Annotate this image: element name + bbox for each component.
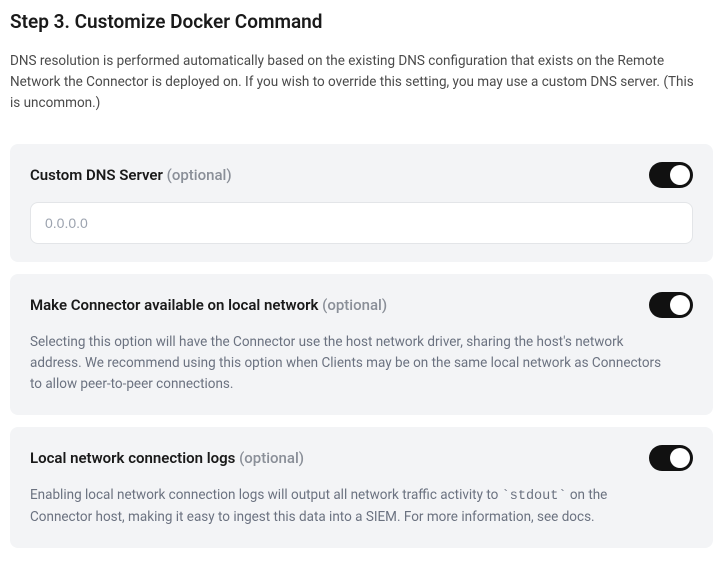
local-network-card: Make Connector available on local networ… bbox=[10, 274, 713, 415]
connection-logs-desc: Enabling local network connection logs w… bbox=[30, 485, 670, 529]
toggle-knob bbox=[670, 295, 690, 315]
custom-dns-toggle[interactable] bbox=[649, 162, 693, 188]
connection-logs-toggle[interactable] bbox=[649, 445, 693, 471]
step-heading: Step 3. Customize Docker Command bbox=[10, 10, 713, 33]
optional-label: (optional) bbox=[239, 449, 304, 467]
custom-dns-input-wrap bbox=[30, 202, 693, 244]
custom-dns-input[interactable] bbox=[30, 202, 693, 244]
connection-logs-title: Local network connection logs (optional) bbox=[30, 449, 304, 467]
optional-label: (optional) bbox=[167, 166, 232, 184]
logs-desc-code: `stdout` bbox=[502, 489, 567, 504]
toggle-knob bbox=[670, 165, 690, 185]
connection-logs-card: Local network connection logs (optional)… bbox=[10, 427, 713, 549]
toggle-knob bbox=[670, 448, 690, 468]
local-network-desc: Selecting this option will have the Conn… bbox=[30, 332, 670, 395]
connection-logs-title-text: Local network connection logs bbox=[30, 449, 239, 467]
custom-dns-title: Custom DNS Server (optional) bbox=[30, 166, 232, 184]
intro-text: DNS resolution is performed automaticall… bbox=[10, 51, 700, 114]
local-network-toggle[interactable] bbox=[649, 292, 693, 318]
custom-dns-card: Custom DNS Server (optional) bbox=[10, 144, 713, 262]
logs-desc-pre: Enabling local network connection logs w… bbox=[30, 487, 502, 503]
connection-logs-header: Local network connection logs (optional) bbox=[30, 445, 693, 471]
local-network-header: Make Connector available on local networ… bbox=[30, 292, 693, 318]
custom-dns-title-text: Custom DNS Server bbox=[30, 166, 167, 184]
local-network-title: Make Connector available on local networ… bbox=[30, 296, 387, 314]
custom-dns-header: Custom DNS Server (optional) bbox=[30, 162, 693, 188]
optional-label: (optional) bbox=[322, 296, 387, 314]
local-network-title-text: Make Connector available on local networ… bbox=[30, 296, 322, 314]
